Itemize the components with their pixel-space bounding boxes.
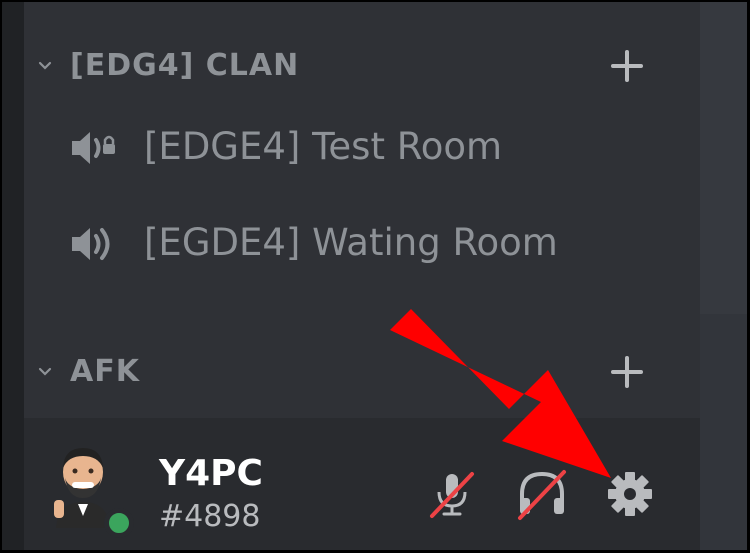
category-label: AFK — [70, 354, 140, 389]
gear-icon — [608, 472, 652, 516]
create-channel-plus-icon[interactable] — [609, 48, 645, 84]
category-label: [EDG4] CLAN — [70, 48, 300, 83]
channel-name: [EDGE4] Test Room — [144, 125, 503, 168]
chevron-down-icon — [38, 367, 52, 376]
chat-area-edge — [700, 2, 747, 550]
speaker-locked-icon — [72, 132, 115, 164]
chevron-down-icon — [38, 61, 52, 70]
create-channel-plus-icon[interactable] — [609, 354, 645, 390]
discord-window: [EDG4] CLAN [EDGE4] Test Room [EGDE4] Wa… — [2, 2, 747, 550]
user-discriminator: #4898 — [159, 499, 261, 534]
headphones-deafened-icon — [518, 470, 566, 520]
voice-channel-test-room[interactable]: [EDGE4] Test Room — [24, 112, 700, 182]
category-afk[interactable]: AFK — [24, 342, 700, 402]
status-online-indicator — [104, 508, 134, 538]
deafen-button[interactable] — [514, 466, 570, 522]
category-edg4-clan[interactable]: [EDG4] CLAN — [24, 36, 700, 96]
user-panel: Y4PC #4898 — [24, 418, 700, 550]
avatar[interactable] — [48, 444, 134, 538]
user-settings-button[interactable] — [602, 466, 658, 522]
speaker-icon — [72, 228, 110, 260]
mute-microphone-button[interactable] — [424, 466, 480, 522]
server-list-strip — [2, 2, 24, 550]
microphone-muted-icon — [430, 472, 474, 518]
channel-name: [EGDE4] Wating Room — [144, 221, 558, 264]
username: Y4PC — [159, 453, 263, 494]
voice-channel-waiting-room[interactable]: [EGDE4] Wating Room — [24, 208, 700, 278]
